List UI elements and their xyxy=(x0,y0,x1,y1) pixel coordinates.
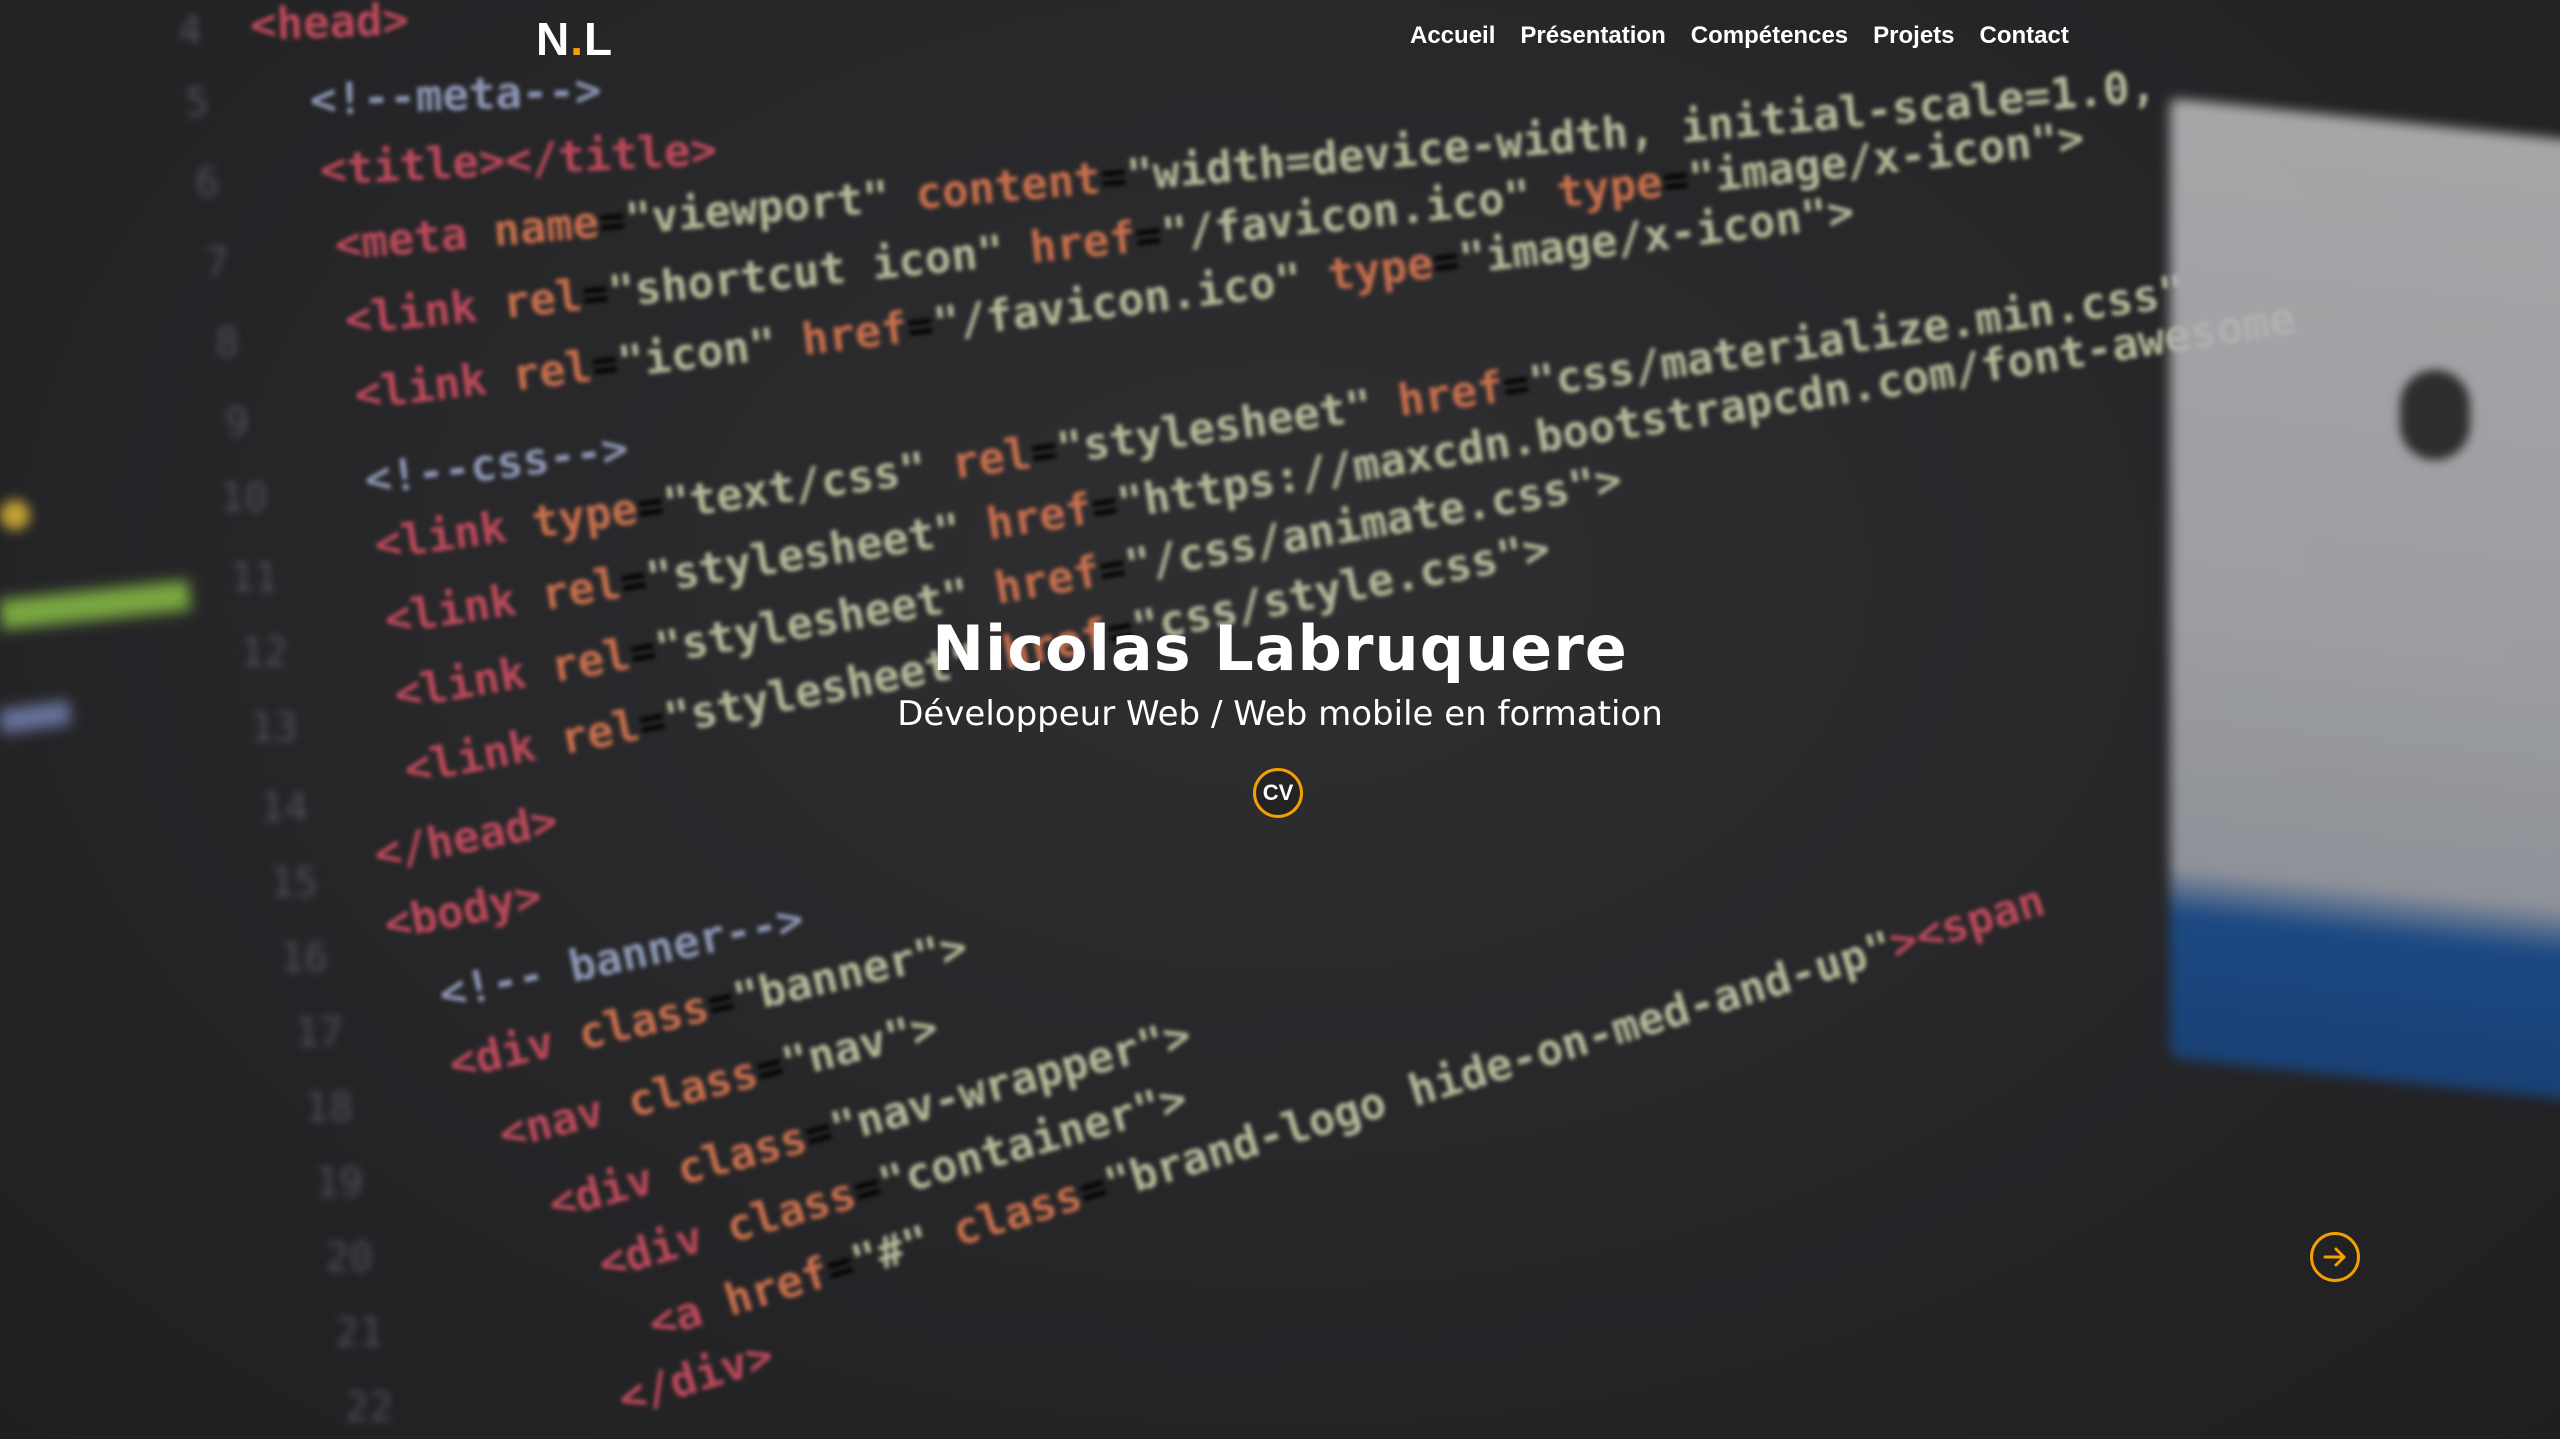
nav-item-competences[interactable]: Compétences xyxy=(1691,22,1848,50)
logo-left: N xyxy=(536,13,571,65)
next-section-button[interactable] xyxy=(2310,1232,2360,1282)
logo-dot: . xyxy=(570,13,585,65)
logo-right: L xyxy=(584,13,614,65)
hero-subtitle: Développeur Web / Web mobile en formatio… xyxy=(897,694,1663,734)
nav-item-presentation[interactable]: Présentation xyxy=(1520,22,1665,50)
nav-item-accueil[interactable]: Accueil xyxy=(1410,22,1495,50)
nav-item-projets[interactable]: Projets xyxy=(1873,22,1954,50)
cv-button-label: CV xyxy=(1262,780,1294,805)
site-logo[interactable]: N.L xyxy=(536,12,613,66)
hero-name: Nicolas Labruquere xyxy=(932,612,1628,685)
arrow-right-circle-icon xyxy=(2323,1247,2346,1267)
cv-button[interactable]: CV xyxy=(1253,768,1303,818)
nav-item-contact[interactable]: Contact xyxy=(1980,22,2069,50)
main-nav: Accueil Présentation Compétences Projets… xyxy=(1410,22,2069,50)
